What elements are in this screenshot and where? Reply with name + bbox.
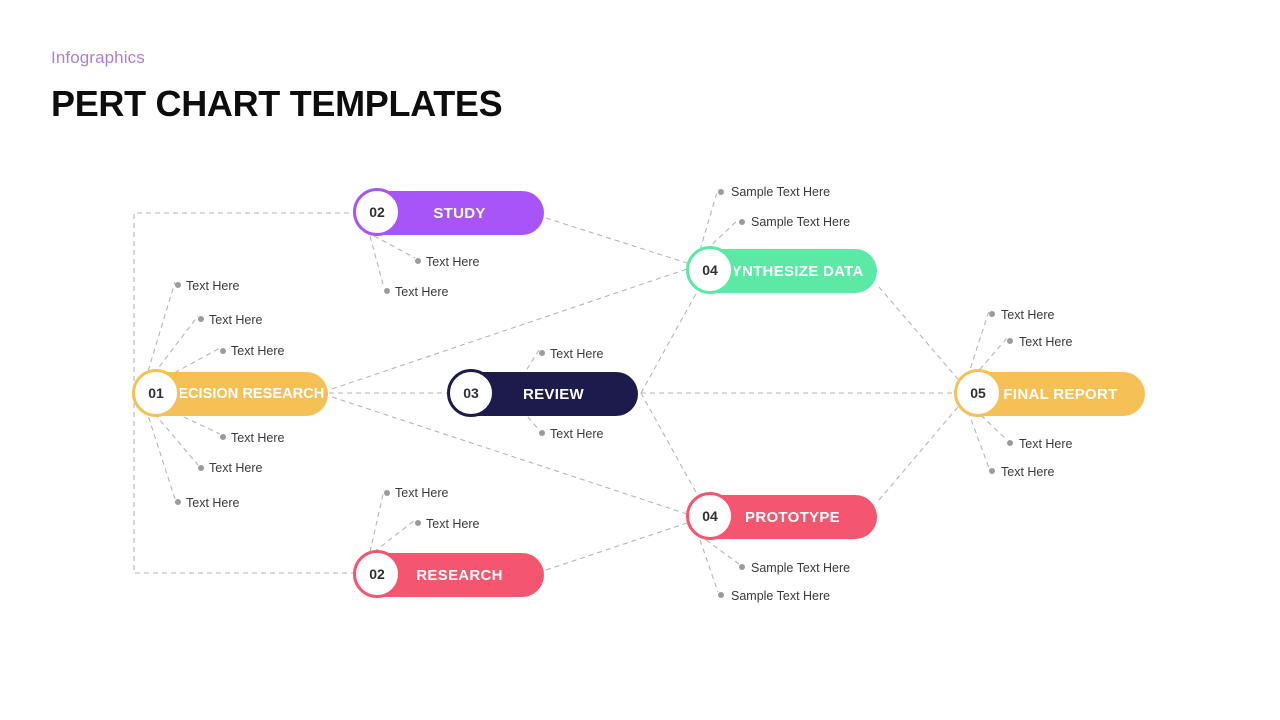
leaf-connector-dot bbox=[539, 430, 545, 436]
leaf-label: Text Here bbox=[426, 517, 480, 531]
node-decision-research[interactable]: 01 DECISION RESEARCH bbox=[132, 369, 328, 417]
leaf-connector-dot bbox=[384, 288, 390, 294]
leaf-connector-dot bbox=[198, 316, 204, 322]
leaf-connector-dot bbox=[718, 592, 724, 598]
leaf-label: Text Here bbox=[186, 496, 240, 510]
leaf-connector-dot bbox=[1007, 440, 1013, 446]
leaf-connector-dot bbox=[989, 468, 995, 474]
node-number: 05 bbox=[970, 385, 986, 401]
node-badge-04-prototype: 04 bbox=[686, 492, 734, 540]
leaf-connector-dot bbox=[175, 499, 181, 505]
leaf-label: Text Here bbox=[209, 313, 263, 327]
node-badge-01: 01 bbox=[132, 369, 180, 417]
leaf-connector-dot bbox=[539, 350, 545, 356]
leaf-connector-dot bbox=[415, 520, 421, 526]
leaf-label: Sample Text Here bbox=[751, 215, 851, 229]
leaf-connector-dot bbox=[384, 490, 390, 496]
leaf-connector-dot bbox=[739, 219, 745, 225]
node-number: 02 bbox=[369, 204, 385, 220]
leaf-label: Sample Text Here bbox=[731, 185, 831, 199]
leaf-label: Text Here bbox=[550, 347, 604, 361]
leaf-label: Sample Text Here bbox=[731, 589, 831, 603]
node-badge-02-research: 02 bbox=[353, 550, 401, 598]
leaf-label: Text Here bbox=[1019, 335, 1073, 349]
leaf-label: Text Here bbox=[1001, 465, 1055, 479]
leaf-label: Text Here bbox=[1019, 437, 1073, 451]
leaf-connector-dot bbox=[989, 311, 995, 317]
leaf-connector-dot bbox=[739, 564, 745, 570]
node-number: 02 bbox=[369, 566, 385, 582]
node-badge-05: 05 bbox=[954, 369, 1002, 417]
node-research[interactable]: 02 RESEARCH bbox=[353, 550, 544, 598]
leaf-label: Text Here bbox=[395, 285, 449, 299]
node-review[interactable]: 03 REVIEW bbox=[447, 369, 638, 417]
leaf-label: Text Here bbox=[231, 344, 285, 358]
leaf-label: Text Here bbox=[395, 486, 449, 500]
leaf-connector-dot bbox=[220, 434, 226, 440]
leaf-label: Text Here bbox=[550, 427, 604, 441]
leaf-label: Sample Text Here bbox=[751, 561, 851, 575]
leaf-connector-dot bbox=[415, 258, 421, 264]
node-synthesize-data[interactable]: 04 SYNTHESIZE DATA bbox=[686, 246, 877, 294]
node-number: 04 bbox=[702, 262, 718, 278]
node-number: 01 bbox=[148, 385, 164, 401]
node-badge-04-synthesize: 04 bbox=[686, 246, 734, 294]
node-badge-02-study: 02 bbox=[353, 188, 401, 236]
node-prototype[interactable]: 04 PROTOTYPE bbox=[686, 492, 877, 540]
leaf-connector-dot bbox=[198, 465, 204, 471]
connector-lines bbox=[133, 188, 1008, 593]
leaf-connector-dot bbox=[220, 348, 226, 354]
pert-chart-canvas: 01 DECISION RESEARCH 02 STUDY 02 RESEARC… bbox=[0, 0, 1280, 720]
leaf-connector-dot bbox=[718, 189, 724, 195]
node-number: 04 bbox=[702, 508, 718, 524]
node-number: 03 bbox=[463, 385, 479, 401]
leaf-label: Text Here bbox=[426, 255, 480, 269]
leaf-connector-dot bbox=[175, 282, 181, 288]
leaf-label: Text Here bbox=[231, 431, 285, 445]
leaf-label: Text Here bbox=[186, 279, 240, 293]
leaf-connector-dot bbox=[1007, 338, 1013, 344]
node-final-report[interactable]: 05 FINAL REPORT bbox=[954, 369, 1145, 417]
leaf-label: Text Here bbox=[1001, 308, 1055, 322]
node-badge-03: 03 bbox=[447, 369, 495, 417]
leaf-label: Text Here bbox=[209, 461, 263, 475]
node-study[interactable]: 02 STUDY bbox=[353, 188, 544, 236]
